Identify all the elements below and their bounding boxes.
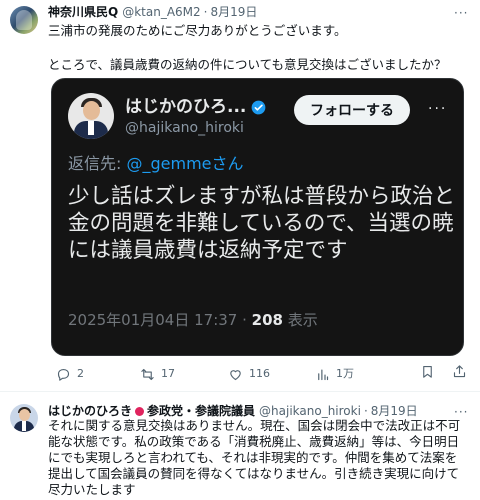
author-name[interactable]: はじかのひろき — [48, 403, 132, 419]
tweet-text-line-2: ところで、議員歳費の返納の件についても意見交換はございましたか？ — [48, 57, 447, 72]
retweet-icon — [141, 368, 154, 380]
screenshot-more-icon: ··· — [428, 101, 448, 117]
screenshot-views-label: 表示 — [282, 311, 318, 329]
screenshot-handle: @hajikano_hiroki — [125, 120, 244, 136]
like-count: 116 — [249, 367, 270, 380]
separator: · — [363, 404, 368, 418]
reply-mention: @_gemmeさん — [126, 154, 244, 173]
retweet-button[interactable]: 17 — [140, 364, 175, 384]
tweet-quote[interactable]: 神奈川県民Q @ktan_A6M2 · 8月19日 ··· 三浦市の発展のために… — [0, 0, 480, 392]
like-icon — [230, 369, 241, 380]
tweet-date[interactable]: 8月19日 — [210, 4, 257, 20]
screenshot-views-count: 208 — [251, 311, 283, 329]
more-icon[interactable]: ··· — [454, 405, 468, 419]
reply-count: 2 — [77, 367, 84, 380]
views-icon — [318, 369, 329, 380]
screenshot-reply-to: 返信先: @_gemmeさん — [68, 154, 244, 174]
reply-button[interactable]: 2 — [56, 364, 84, 384]
share-icon — [453, 365, 466, 378]
tweet-text: それに関する意見交換はありません。現在、国会は閉会中で法改正は不可能な状態です。… — [48, 418, 461, 497]
like-button[interactable]: 116 — [228, 364, 270, 384]
bookmark-icon — [423, 365, 432, 378]
avatar[interactable] — [10, 404, 38, 432]
more-icon[interactable]: ··· — [454, 6, 468, 20]
tweet-header: 神奈川県民Q @ktan_A6M2 · 8月19日 — [48, 4, 257, 20]
author-name[interactable]: 神奈川県民Q — [48, 4, 118, 20]
screenshot-author: はじかのひろ... — [125, 97, 266, 117]
avatar[interactable] — [10, 6, 38, 34]
follow-button: フォローする — [294, 95, 410, 125]
screenshot-text: 少し話はズレますが私は普段から政治と金の問題を非難しているので、当選の暁には議員… — [68, 184, 456, 263]
tweet-header: はじかのひろき 参政党・参議院議員 @hajikano_hiroki · 8月1… — [48, 403, 418, 419]
share-button[interactable] — [452, 364, 473, 379]
tweet-text-line-1: 三浦市の発展のためにご尽力ありがとうございます。 — [48, 23, 347, 38]
party-flag-icon — [135, 406, 145, 416]
action-bar: 2 17 116 1万 — [48, 364, 472, 384]
verified-badge-icon — [252, 100, 266, 114]
author-affiliation: 参政党・参議院議員 — [147, 404, 256, 418]
screenshot-author-name: はじかのひろ... — [125, 97, 247, 117]
screenshot-avatar — [68, 93, 114, 139]
views-count: 1万 — [336, 367, 354, 380]
separator: · — [203, 5, 208, 19]
screenshot-meta: 2025年01月04日 17:37 · 208 表示 — [68, 310, 318, 330]
reply-icon — [57, 368, 70, 381]
author-handle[interactable]: @ktan_A6M2 — [122, 4, 200, 20]
screenshot-timestamp: 2025年01月04日 17:37 · — [68, 311, 252, 329]
views-button[interactable]: 1万 — [315, 364, 354, 384]
author-handle[interactable]: @hajikano_hiroki — [259, 403, 361, 419]
bookmark-button[interactable] — [420, 364, 441, 379]
retweet-count: 17 — [161, 367, 175, 380]
embedded-screenshot[interactable]: はじかのひろ... @hajikano_hiroki フォローする ··· 返信… — [51, 78, 464, 356]
reply-prefix: 返信先: — [68, 154, 127, 173]
tweet-date[interactable]: 8月19日 — [371, 403, 418, 419]
